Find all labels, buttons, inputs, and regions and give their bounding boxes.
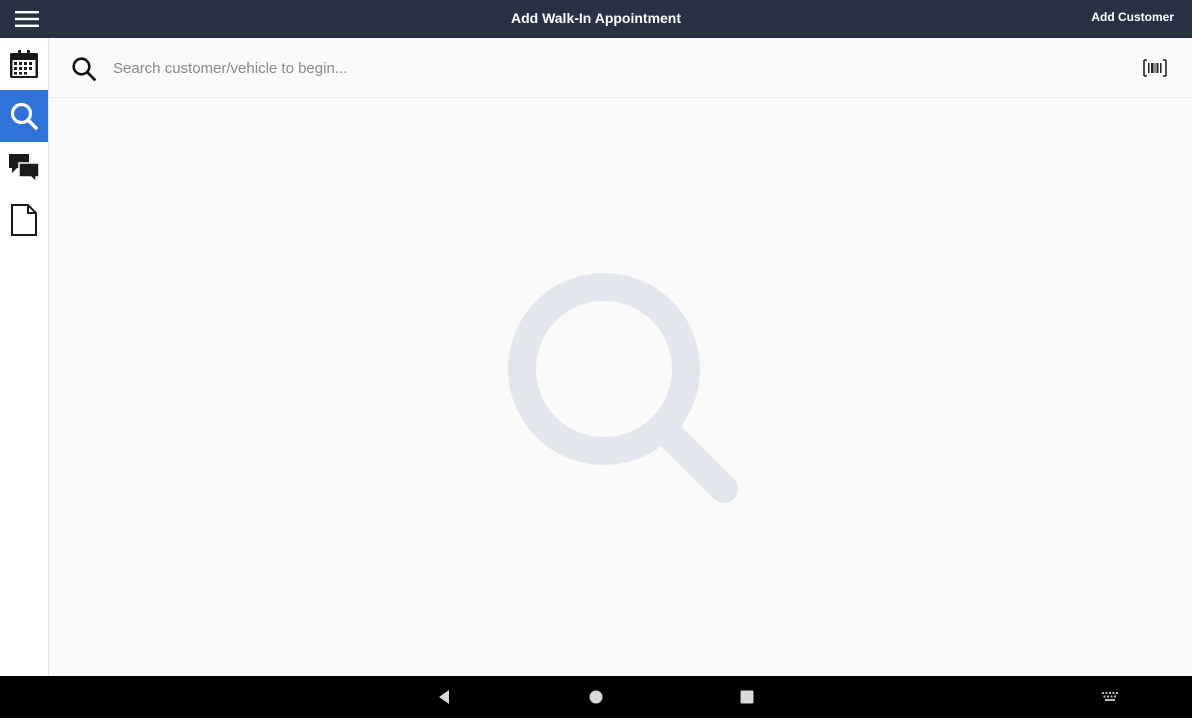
keyboard-icon xyxy=(1102,692,1118,701)
sidebar-item-documents[interactable] xyxy=(0,194,48,246)
barcode-scan-button[interactable] xyxy=(1142,57,1168,79)
sidebar-item-calendar[interactable] xyxy=(0,38,48,90)
recents-icon xyxy=(740,690,754,704)
nav-keyboard-button[interactable] xyxy=(1094,676,1126,718)
menu-button[interactable] xyxy=(0,0,54,38)
android-navigation-bar xyxy=(0,676,1192,718)
search-bar xyxy=(49,38,1192,98)
magnifier-placeholder-icon xyxy=(508,273,738,503)
sidebar-item-search[interactable] xyxy=(0,90,48,142)
document-icon xyxy=(11,204,37,236)
search-icon xyxy=(10,102,38,130)
hamburger-menu-icon xyxy=(15,11,39,27)
nav-recents-button[interactable] xyxy=(727,676,767,718)
add-customer-button[interactable]: Add Customer xyxy=(1091,0,1174,38)
app-window: Add Walk-In Appointment Add Customer xyxy=(0,0,1192,718)
calendar-icon xyxy=(10,50,38,78)
sidebar-nav xyxy=(0,38,49,676)
sidebar-item-messages[interactable] xyxy=(0,142,48,194)
chat-icon xyxy=(9,154,40,184)
search-input[interactable] xyxy=(113,52,1113,84)
home-icon xyxy=(589,690,603,704)
page-title: Add Walk-In Appointment xyxy=(510,10,682,26)
nav-home-button[interactable] xyxy=(576,676,616,718)
back-icon xyxy=(439,690,449,704)
barcode-scan-icon xyxy=(1143,59,1167,77)
top-app-bar: Add Walk-In Appointment Add Customer xyxy=(0,0,1192,38)
search-button[interactable] xyxy=(71,56,97,82)
search-icon xyxy=(72,57,96,81)
nav-back-button[interactable] xyxy=(424,676,464,718)
search-results-area xyxy=(49,99,1192,676)
